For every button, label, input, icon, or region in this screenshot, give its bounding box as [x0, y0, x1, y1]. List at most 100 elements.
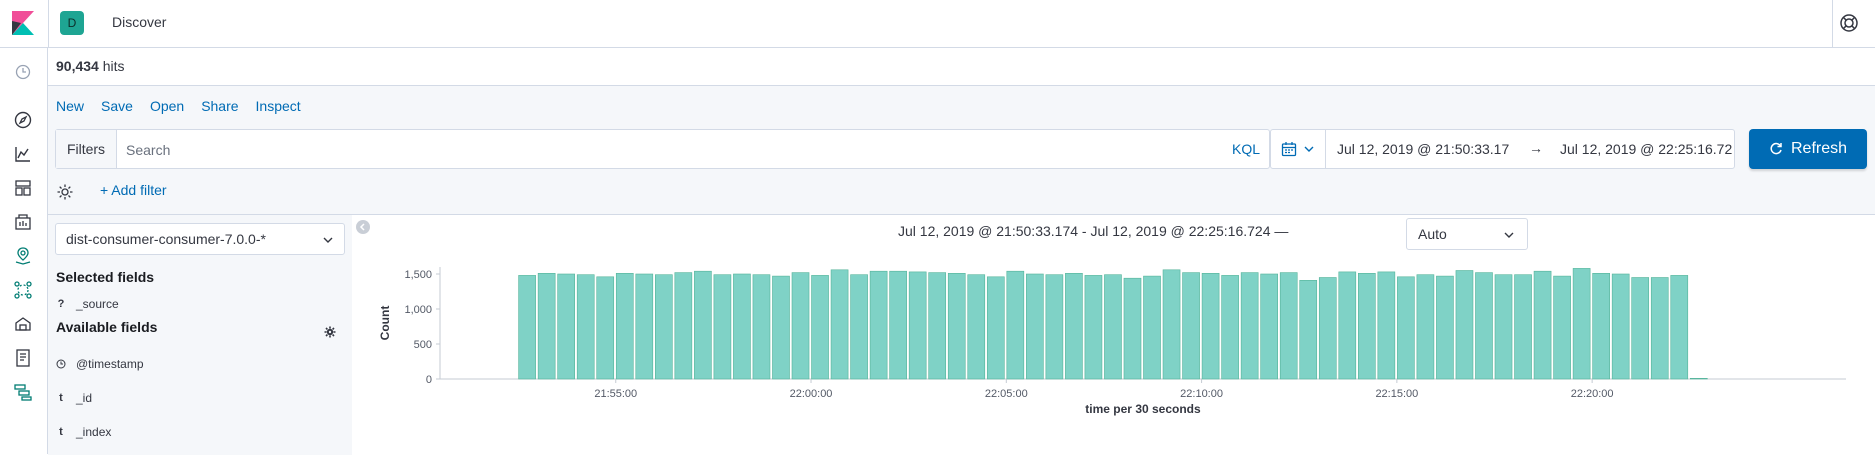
histogram-bar — [811, 275, 829, 380]
histogram-bar — [655, 274, 673, 380]
page-title: Discover — [112, 14, 167, 30]
apm-icon[interactable] — [13, 382, 33, 402]
visualize-icon[interactable] — [13, 144, 33, 164]
histogram-bar — [518, 275, 536, 380]
open-button[interactable]: Open — [150, 98, 184, 114]
date-picker: Jul 12, 2019 @ 21:50:33.17 → Jul 12, 201… — [1270, 129, 1735, 169]
histogram-bar — [733, 273, 751, 380]
histogram-bar — [1358, 272, 1376, 380]
top-menu: New Save Open Share Inspect — [56, 98, 301, 114]
field-item[interactable]: t _id — [56, 391, 92, 405]
y-tick-label: 1,000 — [404, 304, 432, 316]
histogram-bar — [1592, 272, 1610, 380]
space-avatar[interactable]: D — [60, 11, 84, 35]
query-bar: Filters KQL — [55, 129, 1270, 169]
gear-icon[interactable] — [324, 326, 336, 338]
histogram-bar — [1240, 272, 1259, 380]
x-tick-label: 21:55:00 — [594, 388, 637, 400]
hit-count-label: hits — [102, 58, 125, 74]
recently-viewed-icon[interactable] — [13, 62, 33, 82]
histogram-bar — [1572, 268, 1591, 380]
histogram-bar — [1318, 277, 1337, 380]
histogram-bar — [967, 274, 986, 380]
histogram-bar — [1045, 274, 1064, 380]
save-button[interactable]: Save — [101, 98, 133, 114]
histogram-bar — [947, 272, 966, 380]
histogram-bar — [928, 272, 947, 380]
side-nav — [0, 48, 48, 454]
interval-label: Auto — [1418, 226, 1447, 242]
histogram-bar — [1553, 275, 1571, 380]
x-tick-label: 22:15:00 — [1375, 388, 1418, 400]
histogram-bar — [1416, 274, 1435, 380]
histogram-bar — [830, 269, 849, 380]
y-tick-label: 0 — [426, 374, 432, 386]
index-pattern-select[interactable]: dist-consumer-consumer-7.0.0-* — [55, 223, 345, 255]
histogram-bar — [537, 272, 556, 380]
y-tick-label: 1,500 — [404, 269, 432, 281]
x-tick-label: 22:05:00 — [985, 388, 1028, 400]
help-icon[interactable] — [1839, 13, 1859, 33]
time-range-label: Jul 12, 2019 @ 21:50:33.174 - Jul 12, 20… — [898, 223, 1289, 239]
histogram-bar — [869, 270, 888, 380]
start-date[interactable]: Jul 12, 2019 @ 21:50:33.17 — [1337, 141, 1509, 157]
field-item[interactable]: t _index — [56, 425, 111, 439]
top-nav-bar: D Discover — [0, 0, 1875, 48]
histogram-bar — [1631, 277, 1650, 380]
kibana-logo-icon[interactable] — [12, 11, 34, 35]
histogram-bar — [752, 274, 771, 380]
histogram-bar — [1494, 274, 1513, 380]
add-filter-button[interactable]: + Add filter — [100, 182, 167, 198]
canvas-icon[interactable] — [13, 212, 33, 232]
gear-icon[interactable] — [56, 183, 74, 201]
discover-icon[interactable] — [13, 110, 33, 130]
histogram-bar — [1514, 274, 1532, 380]
histogram-bar — [1143, 275, 1161, 380]
field-type-unknown-icon: ? — [57, 298, 65, 310]
histogram-bar — [576, 274, 595, 380]
histogram-bar — [1533, 270, 1552, 380]
dashboard-icon[interactable] — [13, 178, 33, 198]
hits-bar: 90,434 hits — [48, 48, 1875, 86]
new-button[interactable]: New — [56, 98, 84, 114]
inspect-button[interactable]: Inspect — [256, 98, 301, 114]
histogram-bar — [1221, 275, 1239, 380]
histogram-bar — [850, 274, 868, 380]
y-tick-label: 500 — [414, 339, 432, 351]
histogram-bar — [1377, 271, 1396, 380]
available-fields-title: Available fields — [56, 319, 158, 335]
histogram-bar — [889, 270, 907, 380]
histogram-bar — [1065, 272, 1083, 380]
infrastructure-icon[interactable] — [13, 314, 33, 334]
end-date[interactable]: Jul 12, 2019 @ 22:25:16.72 — [1560, 141, 1732, 157]
field-sidebar: dist-consumer-consumer-7.0.0-* Selected … — [48, 215, 352, 455]
maps-icon[interactable] — [13, 246, 33, 266]
kql-language-button[interactable]: KQL — [1232, 141, 1260, 157]
chevron-down-icon — [323, 237, 333, 243]
histogram-bar — [1338, 271, 1357, 380]
field-type-string-icon: t — [59, 392, 63, 404]
chevron-down-icon — [1304, 146, 1314, 152]
histogram-bar — [1475, 272, 1493, 380]
histogram-bar — [1650, 277, 1669, 380]
share-button[interactable]: Share — [201, 98, 238, 114]
y-axis-label: Count — [378, 306, 392, 341]
logs-icon[interactable] — [13, 348, 33, 368]
histogram-bar — [1689, 378, 1708, 380]
interval-select[interactable]: Auto — [1406, 218, 1528, 250]
field-item[interactable]: ? _source — [56, 297, 119, 311]
filters-label: Filters — [56, 130, 117, 168]
field-item[interactable]: @timestamp — [56, 357, 144, 371]
quick-select-button[interactable] — [1271, 130, 1326, 168]
machine-learning-icon[interactable] — [13, 280, 33, 300]
refresh-icon — [1770, 142, 1782, 155]
discover-content: dist-consumer-consumer-7.0.0-* Selected … — [48, 214, 1875, 455]
refresh-button[interactable]: Refresh — [1749, 129, 1867, 169]
discover-main: 90,434 hits New Save Open Share Inspect … — [48, 48, 1875, 455]
chevron-down-icon — [1504, 232, 1514, 238]
x-axis-label: time per 30 seconds — [1085, 402, 1201, 416]
histogram-chart[interactable]: 0 500 1,000 1,500 21:55:00 22:00:00 22:05:00 22… — [358, 255, 1875, 455]
search-input[interactable] — [124, 138, 1198, 162]
histogram-bar — [713, 274, 732, 380]
histogram-bar — [1162, 269, 1181, 380]
